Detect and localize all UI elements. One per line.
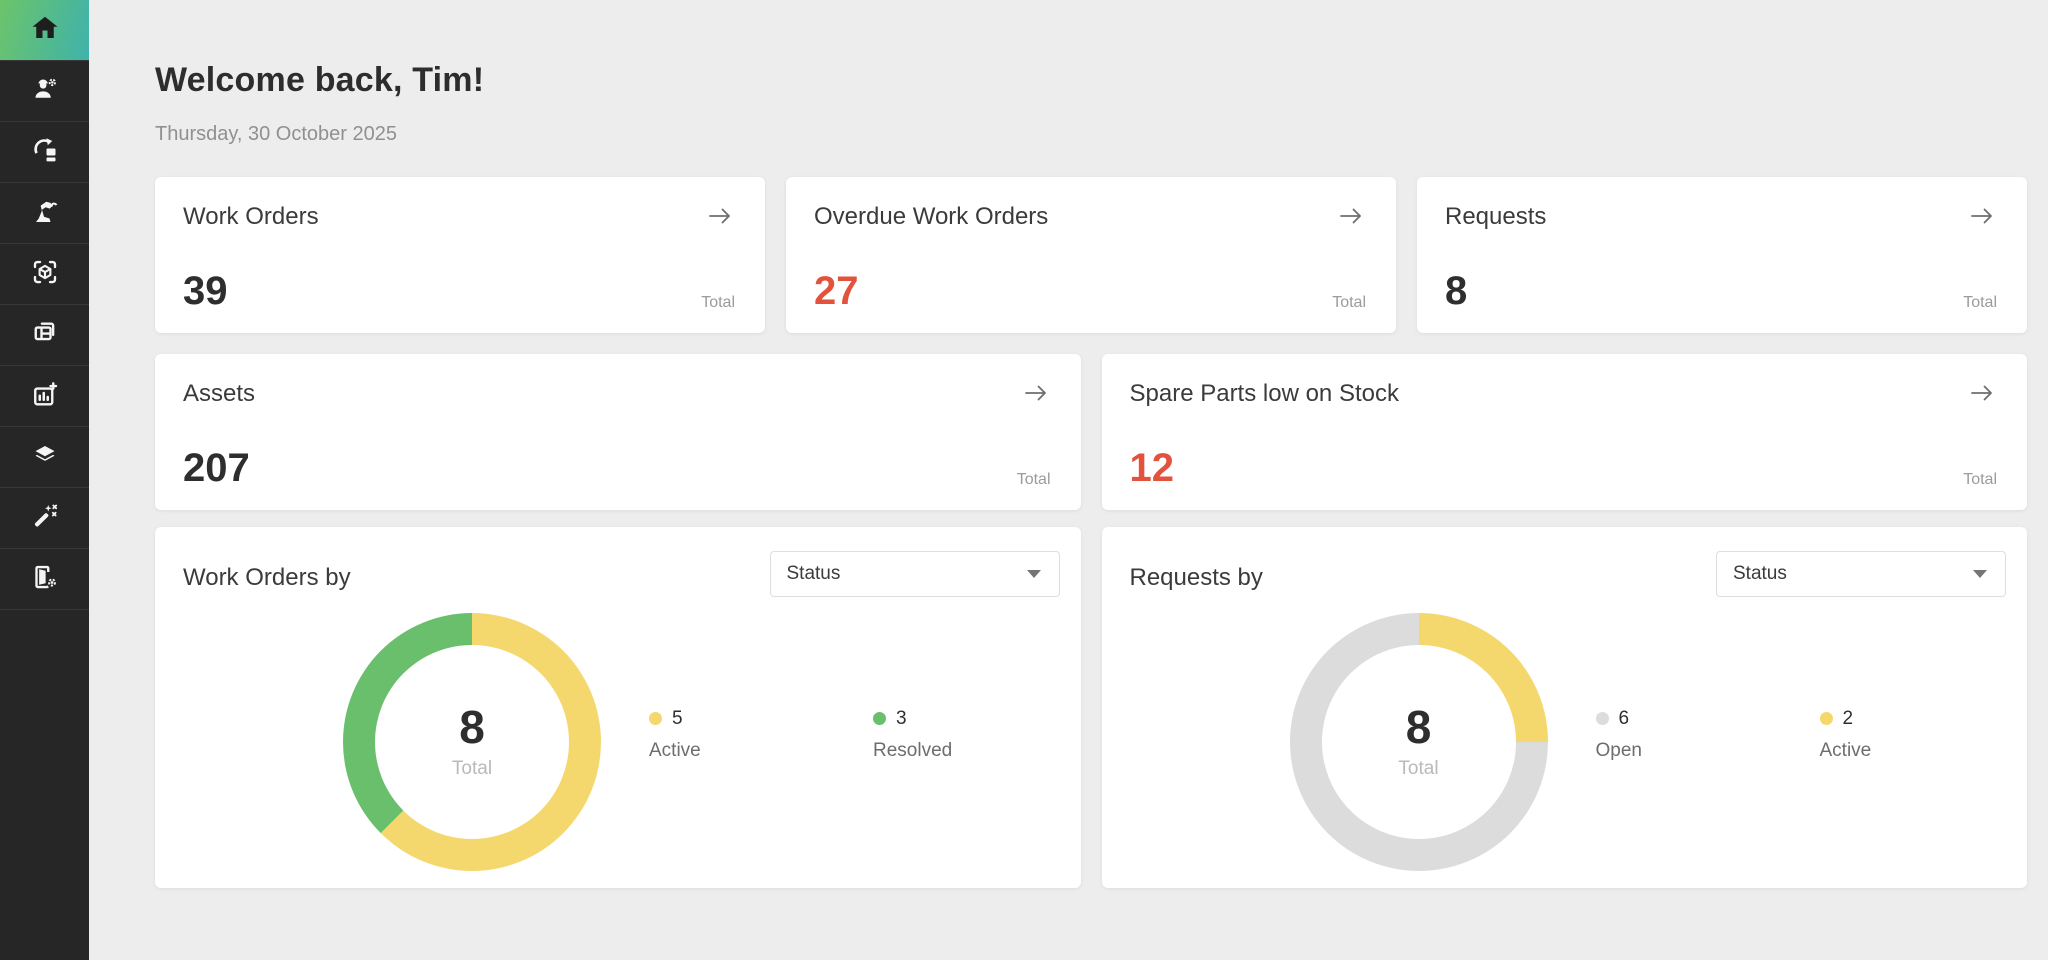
sidebar-item-asset-scan[interactable] (0, 244, 89, 305)
sidebar-item-home[interactable] (0, 0, 89, 61)
donut-chart-requests: 8 Total (1290, 613, 1548, 871)
sidebar-item-magic-wand[interactable] (0, 488, 89, 549)
legend-label: Active (1820, 740, 1912, 762)
magic-wand-icon (30, 501, 60, 536)
sidebar-item-work-orders[interactable] (0, 122, 89, 183)
arrow-right-icon[interactable] (705, 203, 735, 229)
card-title: Spare Parts low on Stock (1130, 380, 1399, 408)
sidebar-item-team[interactable] (0, 61, 89, 122)
legend-dot (1596, 712, 1609, 725)
group-by-select[interactable]: Status (770, 551, 1060, 597)
card-title: Assets (183, 380, 255, 408)
arrow-right-icon[interactable] (1967, 380, 1997, 406)
donut-total-label: Total (452, 758, 492, 780)
chart-title: Work Orders by (183, 564, 351, 592)
sidebar-item-exit-settings[interactable] (0, 549, 89, 610)
stat-value: 12 (1130, 448, 1175, 488)
legend-value: 6 (1619, 708, 1630, 730)
asset-scan-icon (30, 257, 60, 292)
donut-chart-work-orders: 8 Total (343, 613, 601, 871)
card-work-orders[interactable]: Work Orders 39 Total (155, 177, 765, 333)
card-work-orders-by: Work Orders by Status 8 Total (155, 527, 1081, 888)
legend-label: Active (649, 740, 741, 762)
stat-caption: Total (701, 295, 735, 311)
legend-value: 3 (896, 708, 907, 730)
legend-value: 5 (672, 708, 683, 730)
team-icon (30, 74, 60, 109)
stat-caption: Total (1963, 295, 1997, 311)
arrow-right-icon[interactable] (1967, 203, 1997, 229)
stat-caption: Total (1332, 295, 1366, 311)
legend-label: Open (1596, 740, 1688, 762)
legend-item-active: 5 Active (649, 708, 741, 762)
chart-row: Work Orders by Status 8 Total (155, 527, 2027, 888)
robot-arm-icon (30, 196, 60, 231)
chart-legend: 5 Active 3 Resolved (649, 708, 965, 762)
sidebar-item-layers[interactable] (0, 427, 89, 488)
stat-value: 8 (1445, 271, 1467, 311)
group-by-selected-value: Status (787, 563, 841, 585)
legend-item-open: 6 Open (1596, 708, 1688, 762)
card-overdue-work-orders[interactable]: Overdue Work Orders 27 Total (786, 177, 1396, 333)
arrow-right-icon[interactable] (1336, 203, 1366, 229)
sidebar (0, 0, 89, 960)
legend-dot (873, 712, 886, 725)
card-spare-parts-low[interactable]: Spare Parts low on Stock 12 Total (1102, 354, 2028, 510)
group-by-select[interactable]: Status (1716, 551, 2006, 597)
donut-total-value: 8 (1406, 704, 1432, 750)
legend-label: Resolved (873, 740, 965, 762)
donut-total-value: 8 (459, 704, 485, 750)
donut-total-label: Total (1398, 758, 1438, 780)
work-orders-icon (30, 135, 60, 170)
sidebar-item-workspace[interactable] (0, 305, 89, 366)
stat-value: 27 (814, 271, 859, 311)
layers-icon (30, 440, 60, 475)
card-title: Overdue Work Orders (814, 203, 1048, 231)
legend-value: 2 (1843, 708, 1854, 730)
page-date: Thursday, 30 October 2025 (155, 123, 2027, 146)
card-requests-by: Requests by Status 8 Total (1102, 527, 2028, 888)
stat-row-1: Work Orders 39 Total Overdue Work Orders… (155, 177, 2027, 333)
arrow-right-icon[interactable] (1021, 380, 1051, 406)
legend-item-resolved: 3 Resolved (873, 708, 965, 762)
report-add-icon (30, 379, 60, 414)
stat-value: 39 (183, 271, 228, 311)
stat-caption: Total (1963, 472, 1997, 488)
legend-dot (1820, 712, 1833, 725)
workspace-icon (30, 318, 60, 353)
legend-item-active: 2 Active (1820, 708, 1912, 762)
exit-settings-icon (30, 562, 60, 597)
sidebar-item-report-add[interactable] (0, 366, 89, 427)
chart-legend: 6 Open 2 Active (1596, 708, 1912, 762)
group-by-selected-value: Status (1733, 563, 1787, 585)
stat-value: 207 (183, 448, 250, 488)
chevron-down-icon (1973, 570, 1987, 578)
page-title: Welcome back, Tim! (155, 61, 2027, 100)
main-content: Welcome back, Tim! Thursday, 30 October … (89, 0, 2048, 960)
home-icon (30, 13, 60, 48)
chart-title: Requests by (1130, 564, 1263, 592)
sidebar-item-robot-arm[interactable] (0, 183, 89, 244)
stat-row-2: Assets 207 Total Spare Parts low on Stoc… (155, 354, 2027, 510)
card-assets[interactable]: Assets 207 Total (155, 354, 1081, 510)
card-requests[interactable]: Requests 8 Total (1417, 177, 2027, 333)
legend-dot (649, 712, 662, 725)
card-title: Requests (1445, 203, 1546, 231)
chevron-down-icon (1027, 570, 1041, 578)
stat-caption: Total (1017, 472, 1051, 488)
card-title: Work Orders (183, 203, 319, 231)
